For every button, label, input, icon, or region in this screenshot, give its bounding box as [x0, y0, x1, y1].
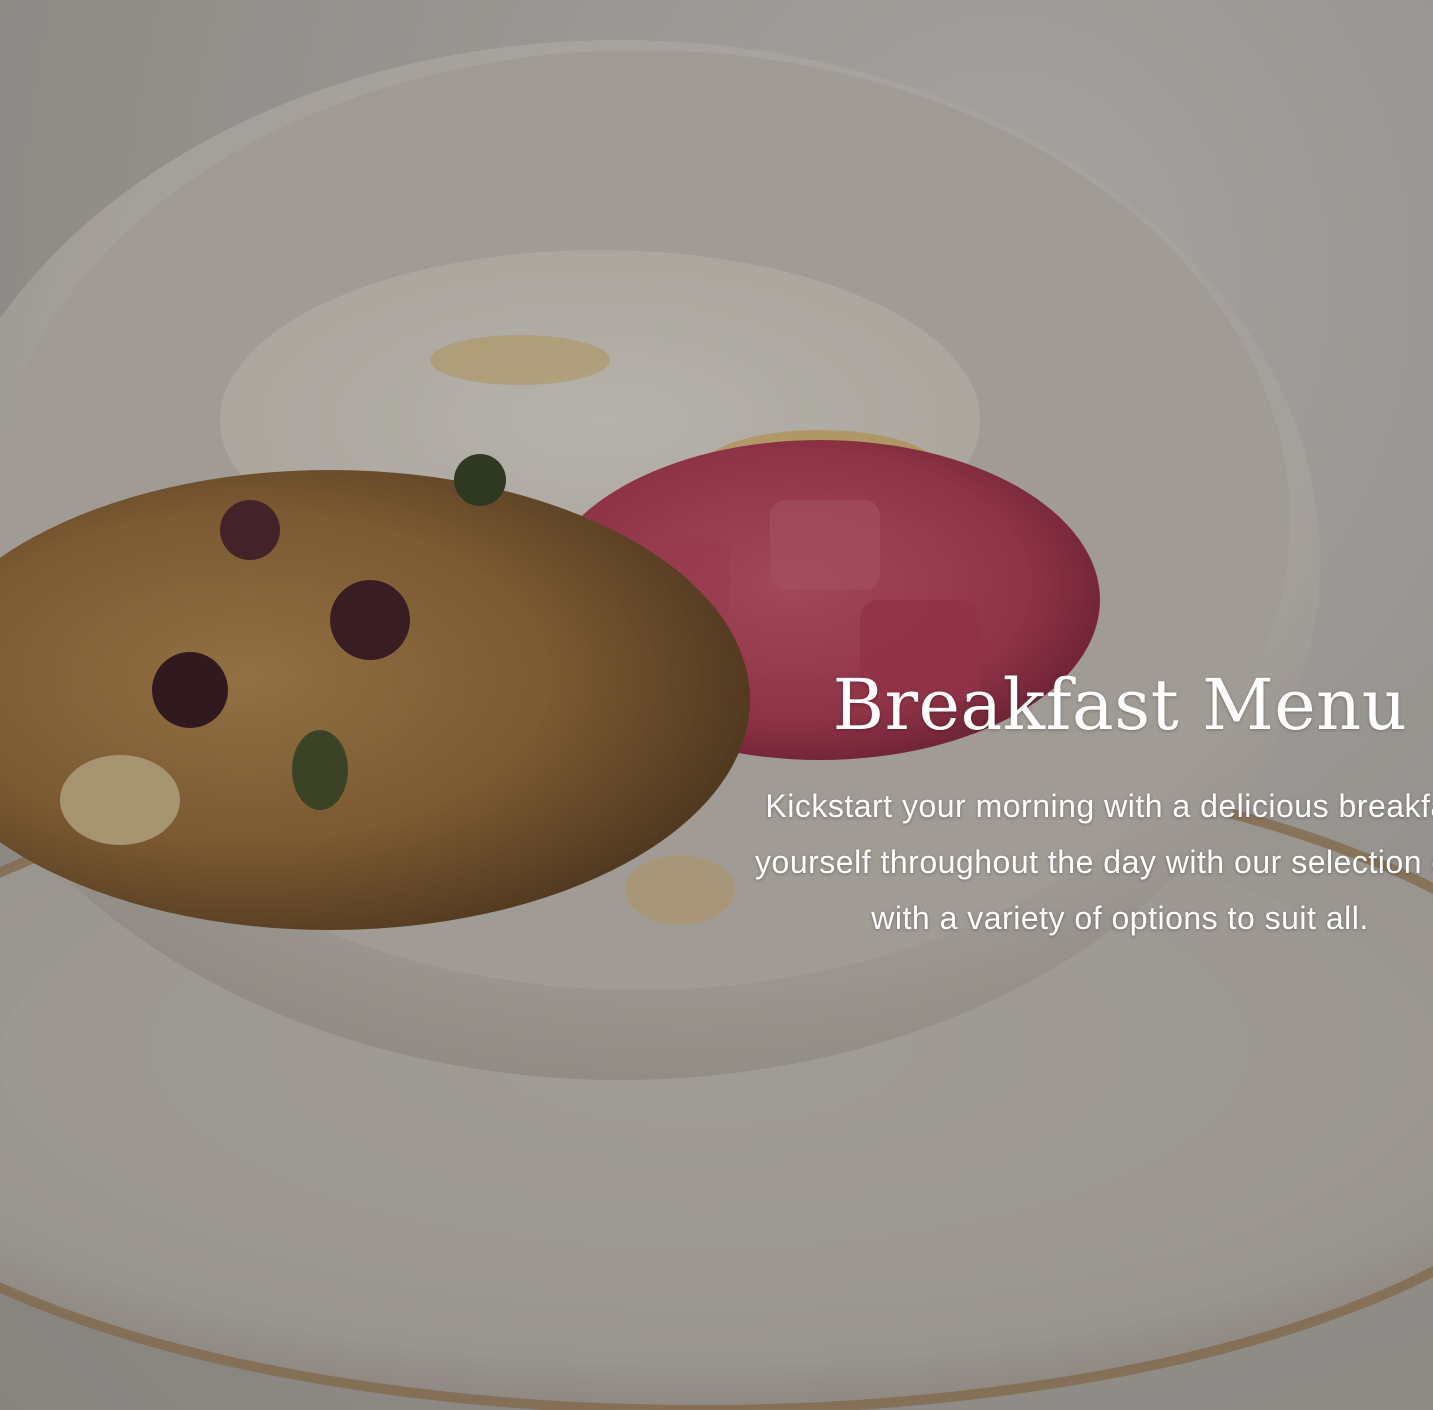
- hero-description-line: yourself throughout the day with our sel…: [755, 844, 1433, 880]
- hero-text-block: Breakfast Menu Kickstart your morning wi…: [560, 650, 1433, 946]
- hero-description: Kickstart your morning with a delicious …: [560, 778, 1433, 946]
- hero-description-line: Kickstart your morning with a delicious …: [765, 788, 1433, 824]
- hero-section: Breakfast Menu Kickstart your morning wi…: [0, 0, 1433, 1410]
- page-title: Breakfast Menu: [832, 664, 1408, 746]
- hero-description-line: with a variety of options to suit all.: [871, 900, 1369, 936]
